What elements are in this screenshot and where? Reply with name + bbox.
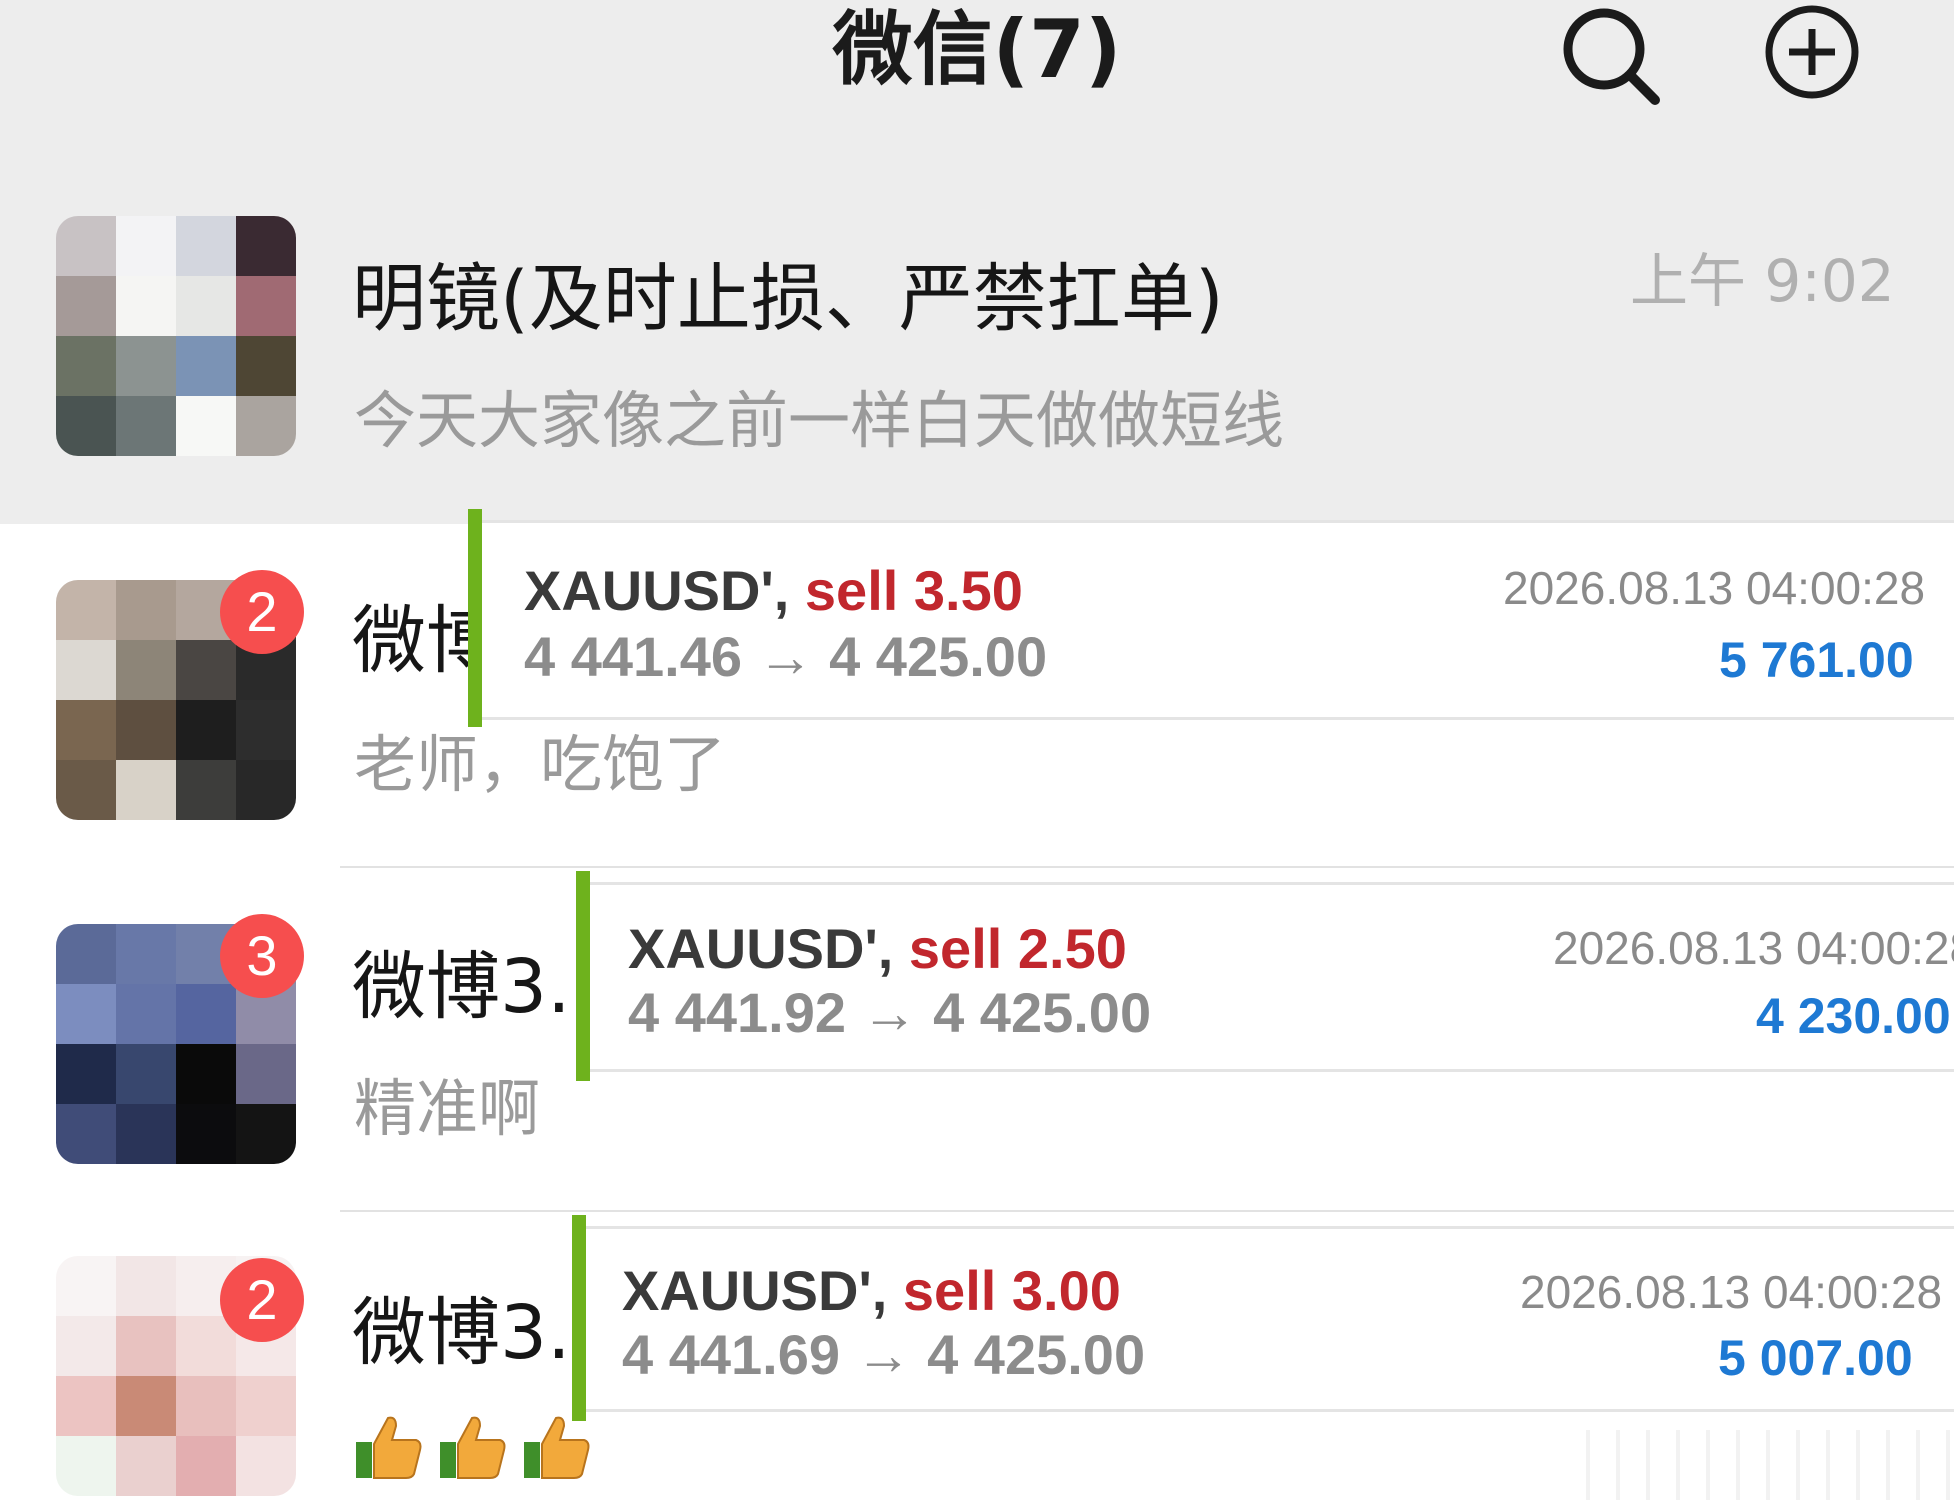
trade-accent-bar <box>572 1215 586 1421</box>
list-divider <box>340 1210 1954 1212</box>
trade-symbol-line: XAUUSD', sell 3.00 <box>622 1263 1121 1319</box>
trade-profit: 5 007.00 <box>1718 1330 1913 1386</box>
trade-symbol: XAUUSD', <box>622 1259 888 1322</box>
trade-card: XAUUSD', sell 2.50 4 441.92 → 4 425.00 2… <box>576 871 1954 1081</box>
chat-name: 微博3. <box>352 1290 571 1376</box>
thumbs-up-icon <box>524 1416 590 1479</box>
thumbs-up-icon <box>440 1416 506 1479</box>
trade-datetime: 2026.08.13 04:00:28 <box>1503 562 1926 614</box>
chat-name: 微博3. <box>352 944 571 1030</box>
unread-badge: 2 <box>220 570 304 654</box>
trade-profit: 5 761.00 <box>1719 632 1914 688</box>
trade-accent-bar <box>468 509 482 727</box>
edge-artifact <box>1560 1430 1954 1500</box>
trade-symbol-line: XAUUSD', sell 2.50 <box>628 921 1127 977</box>
unread-badge: 3 <box>220 914 304 998</box>
trade-prices: 4 441.69 → 4 425.00 <box>622 1323 1146 1386</box>
thumbs-up-icon <box>356 1416 422 1479</box>
chat-name: 明镜(及时止损、严禁扛单) <box>352 256 1224 342</box>
trade-datetime: 2026.08.13 04:00:28 <box>1520 1266 1943 1318</box>
avatar <box>56 216 296 456</box>
chat-preview: 精准啊 <box>354 1072 541 1145</box>
chat-preview: 老师，吃饱了 <box>354 728 727 801</box>
trade-card: XAUUSD', sell 3.00 4 441.69 → 4 425.00 2… <box>572 1215 1954 1421</box>
trade-action: sell 3.00 <box>902 1259 1121 1322</box>
trade-profit: 4 230.00 <box>1756 988 1951 1044</box>
trade-card: XAUUSD', sell 3.50 4 441.46 → 4 425.00 2… <box>468 509 1954 727</box>
chat-time: 上午 9:02 <box>1630 247 1895 315</box>
list-divider <box>340 866 1954 868</box>
trade-symbol: XAUUSD', <box>628 917 894 980</box>
top-bar: 微信(7) <box>0 0 1954 150</box>
trade-datetime: 2026.08.13 04:00:28 <box>1553 922 1954 974</box>
trade-accent-bar <box>576 871 590 1081</box>
trade-prices: 4 441.46 → 4 425.00 <box>524 625 1048 688</box>
chat-preview: 今天大家像之前一样白天做做短线 <box>354 384 1285 457</box>
chat-item-pinned[interactable]: 明镜(及时止损、严禁扛单) 今天大家像之前一样白天做做短线 上午 9:02 <box>0 150 1954 524</box>
trade-action: sell 3.50 <box>804 559 1023 622</box>
trade-action: sell 2.50 <box>908 917 1127 980</box>
search-icon[interactable] <box>1556 2 1664 110</box>
unread-badge: 2 <box>220 1258 304 1342</box>
add-circle-icon[interactable] <box>1762 2 1862 102</box>
trade-symbol: XAUUSD', <box>524 559 790 622</box>
trade-prices: 4 441.92 → 4 425.00 <box>628 981 1152 1044</box>
chat-preview-emoji <box>354 1412 592 1482</box>
trade-symbol-line: XAUUSD', sell 3.50 <box>524 563 1023 619</box>
